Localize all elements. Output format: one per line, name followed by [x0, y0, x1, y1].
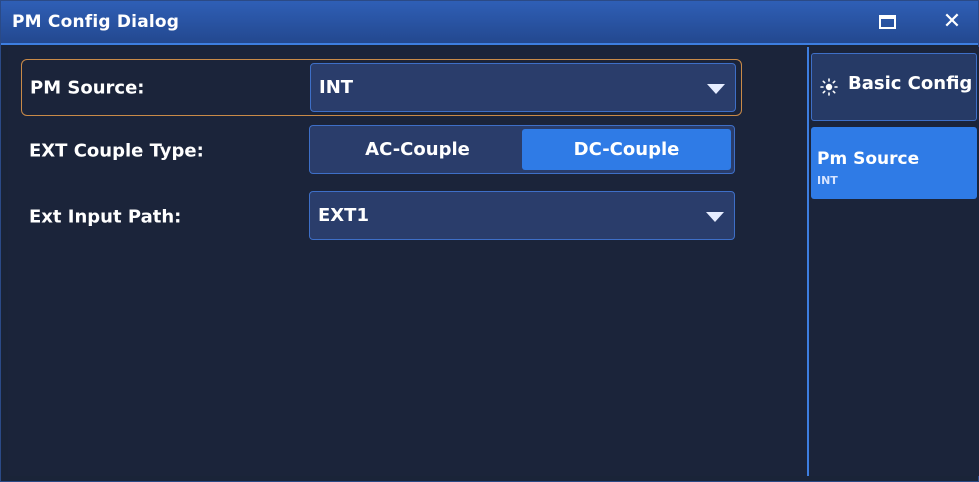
chevron-down-icon: [706, 212, 724, 222]
sidebar: Basic Config Pm Source INT: [809, 47, 979, 476]
ext-input-path-dropdown[interactable]: EXT1: [309, 191, 735, 240]
pm-source-value: INT: [319, 77, 354, 98]
close-icon: ✕: [942, 9, 962, 34]
pm-source-label: PM Source:: [30, 77, 145, 98]
sidebar-item-label: Pm Source: [817, 149, 920, 169]
ext-input-path-label: Ext Input Path:: [29, 206, 182, 227]
sidebar-item-sublabel: INT: [817, 174, 838, 187]
pm-config-dialog: PM Config Dialog ✕ PM Source: INT EXT Co…: [0, 0, 979, 482]
pm-source-row: PM Source: INT: [21, 59, 742, 116]
ext-input-path-value: EXT1: [318, 205, 369, 226]
ext-input-path-row: Ext Input Path: EXT1: [21, 188, 742, 245]
maximize-icon: [878, 15, 896, 29]
gear-sun-icon: [820, 78, 838, 96]
sidebar-item-label: Basic Config: [848, 73, 973, 94]
config-panel: PM Source: INT EXT Couple Type: AC-Coupl…: [8, 47, 807, 476]
title-bar: PM Config Dialog ✕: [1, 1, 978, 45]
dialog-title: PM Config Dialog: [12, 12, 180, 32]
couple-type-toggle: AC-Couple DC-Couple: [309, 125, 735, 174]
sidebar-item-pm-source[interactable]: Pm Source INT: [811, 127, 977, 199]
ac-couple-option[interactable]: AC-Couple: [313, 129, 522, 170]
sidebar-item-basic-config[interactable]: Basic Config: [811, 53, 977, 121]
pm-source-dropdown[interactable]: INT: [310, 63, 736, 112]
ext-couple-type-row: EXT Couple Type: AC-Couple DC-Couple: [21, 122, 742, 179]
close-button[interactable]: ✕: [938, 9, 966, 35]
maximize-button[interactable]: [873, 9, 901, 35]
ext-couple-type-label: EXT Couple Type:: [29, 140, 204, 161]
dc-couple-option[interactable]: DC-Couple: [522, 129, 731, 170]
chevron-down-icon: [707, 84, 725, 94]
